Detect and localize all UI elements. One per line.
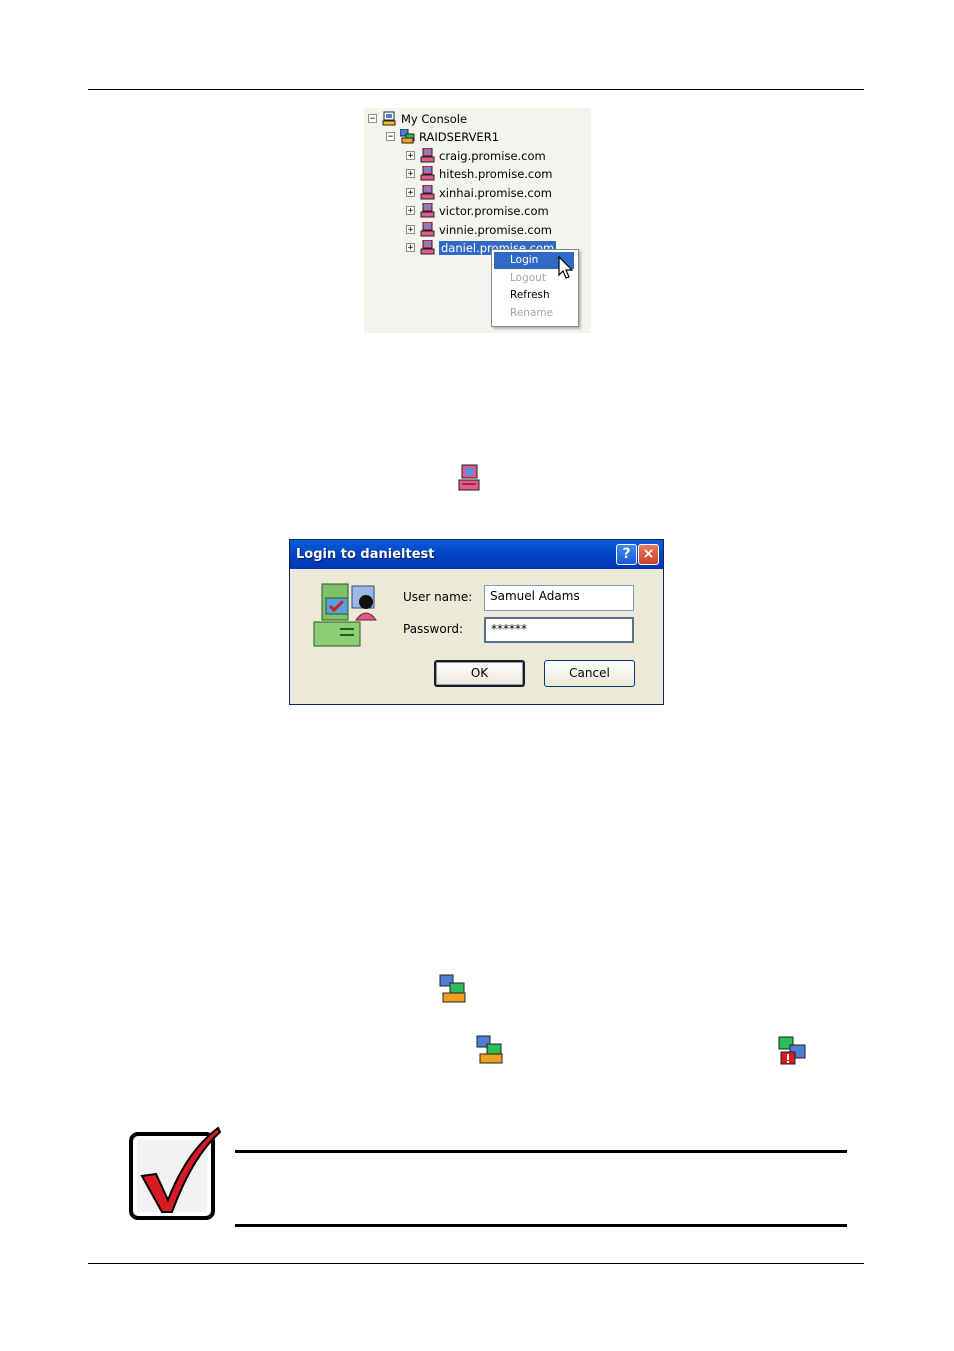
mouse-cursor-icon [558, 256, 574, 279]
network-alert-icon [778, 1036, 806, 1065]
tree-node-label: victor.promise.com [439, 203, 549, 218]
host-icon [420, 148, 435, 163]
dialog-title: Login to danieltest [296, 547, 435, 562]
tree-node-my-console[interactable]: − My Console [368, 110, 467, 127]
expand-toggle[interactable]: + [406, 225, 415, 235]
footer-rule [88, 1263, 864, 1264]
tree-node-host[interactable]: + hitesh.promise.com [406, 165, 553, 182]
tree-node-server[interactable]: − RAIDSERVER1 [386, 128, 499, 145]
host-icon [420, 166, 435, 181]
host-icon [420, 203, 435, 218]
username-label: User name: [403, 590, 473, 604]
tree-node-host[interactable]: + xinhai.promise.com [406, 184, 552, 201]
login-dialog: Login to danieltest ? × User name: Samue… [289, 539, 664, 705]
network-icon [439, 974, 466, 1003]
note-top-rule [235, 1150, 847, 1153]
dialog-titlebar[interactable]: Login to danieltest ? × [290, 540, 663, 569]
cancel-button[interactable]: Cancel [544, 660, 635, 687]
tree-node-label: My Console [401, 111, 468, 126]
menu-item-rename: Rename [510, 307, 554, 319]
collapse-toggle[interactable]: − [386, 132, 395, 142]
tree-node-host[interactable]: + victor.promise.com [406, 202, 549, 219]
close-button[interactable]: × [638, 544, 659, 565]
expand-toggle[interactable]: + [406, 206, 415, 216]
expand-toggle[interactable]: + [406, 188, 415, 198]
help-button[interactable]: ? [616, 544, 637, 565]
console-icon [382, 111, 396, 126]
host-icon [420, 185, 435, 200]
note-bottom-rule [235, 1224, 847, 1227]
network-icon [476, 1035, 503, 1064]
expand-toggle[interactable]: + [406, 243, 415, 253]
password-field[interactable]: ****** [484, 617, 634, 643]
collapse-toggle[interactable]: − [368, 114, 377, 124]
tree-node-label: vinnie.promise.com [439, 222, 552, 237]
expand-toggle[interactable]: + [406, 169, 415, 179]
username-field[interactable]: Samuel Adams [484, 585, 634, 611]
host-icon [420, 222, 435, 237]
host-icon [420, 240, 435, 255]
expand-toggle[interactable]: + [406, 151, 415, 161]
ok-button[interactable]: OK [434, 660, 525, 687]
tree-node-label: RAIDSERVER1 [419, 129, 500, 144]
menu-item-refresh[interactable]: Refresh [494, 287, 574, 304]
host-icon [458, 464, 480, 491]
tree-node-host[interactable]: + craig.promise.com [406, 147, 546, 164]
password-label: Password: [403, 622, 464, 636]
tree-node-label: craig.promise.com [439, 148, 546, 163]
header-rule [88, 89, 864, 90]
tree-node-host[interactable]: + vinnie.promise.com [406, 221, 552, 238]
tree-node-label: hitesh.promise.com [439, 166, 553, 181]
tree-node-label: xinhai.promise.com [439, 185, 552, 200]
server-icon [400, 129, 415, 144]
checkmark-note-icon [129, 1126, 222, 1220]
login-computer-icon [313, 583, 377, 647]
